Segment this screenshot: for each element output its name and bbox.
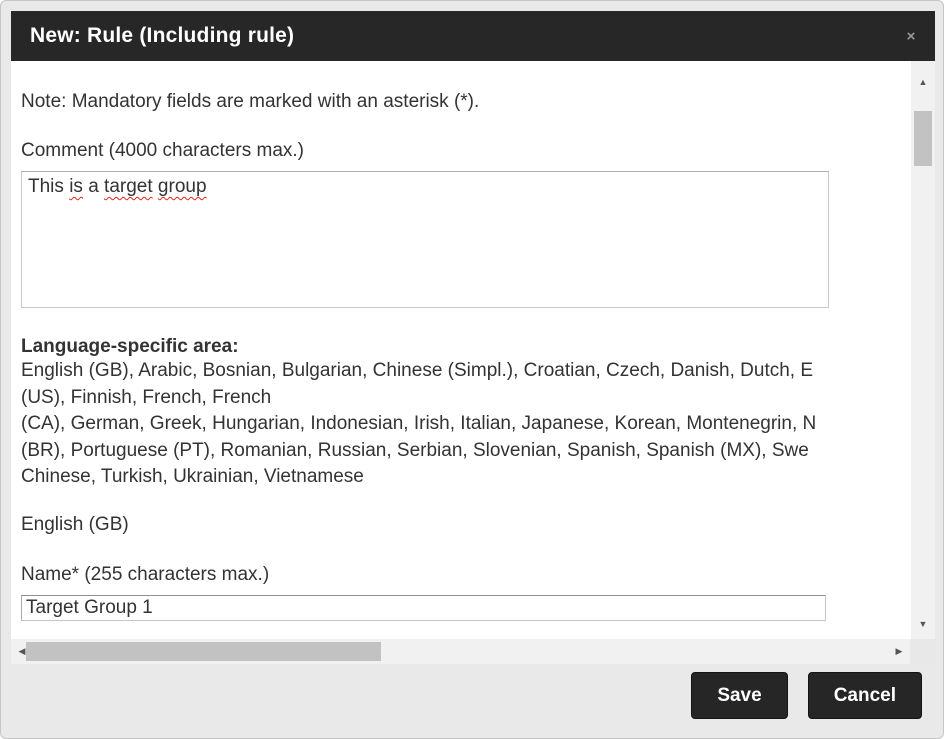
- dialog-content: Note: Mandatory fields are marked with a…: [11, 61, 935, 664]
- dialog-titlebar: New: Rule (Including rule) ×: [11, 11, 935, 61]
- comment-text-segment: This: [28, 176, 70, 197]
- comment-text-segment: group: [157, 176, 207, 197]
- dialog-title: New: Rule (Including rule): [30, 24, 295, 47]
- mandatory-fields-note: Note: Mandatory fields are marked with a…: [21, 91, 480, 112]
- name-label: Name* (255 characters max.): [21, 563, 270, 585]
- scroll-up-icon[interactable]: ▲: [911, 69, 935, 95]
- comment-text-segment: target: [104, 176, 153, 197]
- language-list-line: (CA), German, Greek, Hungarian, Indonesi…: [21, 413, 817, 434]
- language-list-line: (BR), Portuguese (PT), Romanian, Russian…: [21, 439, 809, 461]
- name-input[interactable]: [21, 594, 826, 621]
- scroll-right-icon[interactable]: ▶: [888, 639, 910, 664]
- dialog-footer: Save Cancel: [11, 672, 933, 730]
- comment-text-segment: a: [82, 176, 105, 197]
- horizontal-scrollbar-thumb[interactable]: [26, 642, 381, 661]
- scroll-down-icon[interactable]: ▼: [911, 611, 935, 637]
- comment-label: Comment (4000 characters max.): [21, 140, 304, 161]
- close-icon[interactable]: ×: [897, 11, 925, 61]
- vertical-scrollbar[interactable]: ▲ ▼: [911, 61, 935, 639]
- scrollbar-corner: [910, 639, 935, 664]
- vertical-scrollbar-thumb[interactable]: [914, 111, 932, 166]
- horizontal-scrollbar[interactable]: ◀ ▶: [11, 639, 910, 664]
- dialog-form: Note: Mandatory fields are marked with a…: [11, 61, 911, 639]
- language-list-line: (US), Finnish, French, French: [21, 386, 272, 408]
- comment-text-segment: is: [69, 176, 83, 197]
- language-list-line: English (GB), Arabic, Bosnian, Bulgarian…: [21, 360, 814, 381]
- selected-language-label: English (GB): [21, 513, 129, 535]
- modal-window: New: Rule (Including rule) × Note: Manda…: [0, 0, 944, 739]
- comment-textarea[interactable]: This is a target group: [21, 171, 829, 308]
- cancel-button[interactable]: Cancel: [807, 672, 922, 719]
- language-list-line: Chinese, Turkish, Ukrainian, Vietnamese: [21, 466, 364, 487]
- language-area-heading: Language-specific area:: [21, 336, 239, 357]
- save-button[interactable]: Save: [691, 672, 788, 719]
